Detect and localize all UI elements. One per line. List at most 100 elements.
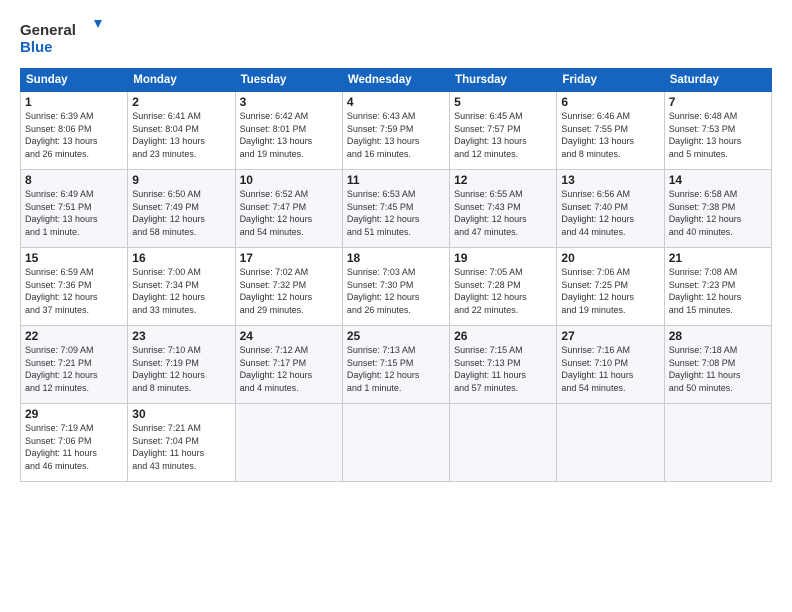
calendar-cell: 24Sunrise: 7:12 AMSunset: 7:17 PMDayligh… bbox=[235, 326, 342, 404]
day-number: 30 bbox=[132, 407, 230, 421]
day-number: 4 bbox=[347, 95, 445, 109]
day-info: Sunrise: 7:03 AMSunset: 7:30 PMDaylight:… bbox=[347, 266, 445, 316]
day-number: 20 bbox=[561, 251, 659, 265]
calendar-cell: 7Sunrise: 6:48 AMSunset: 7:53 PMDaylight… bbox=[664, 92, 771, 170]
day-info: Sunrise: 6:41 AMSunset: 8:04 PMDaylight:… bbox=[132, 110, 230, 160]
day-info: Sunrise: 6:56 AMSunset: 7:40 PMDaylight:… bbox=[561, 188, 659, 238]
calendar-cell: 3Sunrise: 6:42 AMSunset: 8:01 PMDaylight… bbox=[235, 92, 342, 170]
calendar-cell: 13Sunrise: 6:56 AMSunset: 7:40 PMDayligh… bbox=[557, 170, 664, 248]
day-number: 24 bbox=[240, 329, 338, 343]
calendar-cell: 25Sunrise: 7:13 AMSunset: 7:15 PMDayligh… bbox=[342, 326, 449, 404]
calendar-cell: 22Sunrise: 7:09 AMSunset: 7:21 PMDayligh… bbox=[21, 326, 128, 404]
day-info: Sunrise: 7:16 AMSunset: 7:10 PMDaylight:… bbox=[561, 344, 659, 394]
calendar-cell: 18Sunrise: 7:03 AMSunset: 7:30 PMDayligh… bbox=[342, 248, 449, 326]
calendar-cell: 29Sunrise: 7:19 AMSunset: 7:06 PMDayligh… bbox=[21, 404, 128, 482]
day-info: Sunrise: 7:21 AMSunset: 7:04 PMDaylight:… bbox=[132, 422, 230, 472]
logo: General Blue bbox=[20, 18, 110, 60]
day-number: 19 bbox=[454, 251, 552, 265]
calendar-cell: 2Sunrise: 6:41 AMSunset: 8:04 PMDaylight… bbox=[128, 92, 235, 170]
day-info: Sunrise: 6:58 AMSunset: 7:38 PMDaylight:… bbox=[669, 188, 767, 238]
day-info: Sunrise: 7:13 AMSunset: 7:15 PMDaylight:… bbox=[347, 344, 445, 394]
svg-text:General: General bbox=[20, 22, 76, 39]
calendar-cell: 14Sunrise: 6:58 AMSunset: 7:38 PMDayligh… bbox=[664, 170, 771, 248]
calendar-cell: 23Sunrise: 7:10 AMSunset: 7:19 PMDayligh… bbox=[128, 326, 235, 404]
day-info: Sunrise: 6:45 AMSunset: 7:57 PMDaylight:… bbox=[454, 110, 552, 160]
day-number: 2 bbox=[132, 95, 230, 109]
calendar-cell: 19Sunrise: 7:05 AMSunset: 7:28 PMDayligh… bbox=[450, 248, 557, 326]
calendar-cell bbox=[235, 404, 342, 482]
day-info: Sunrise: 6:48 AMSunset: 7:53 PMDaylight:… bbox=[669, 110, 767, 160]
day-number: 3 bbox=[240, 95, 338, 109]
calendar-table: SundayMondayTuesdayWednesdayThursdayFrid… bbox=[20, 68, 772, 482]
week-row-4: 29Sunrise: 7:19 AMSunset: 7:06 PMDayligh… bbox=[21, 404, 772, 482]
calendar-cell: 12Sunrise: 6:55 AMSunset: 7:43 PMDayligh… bbox=[450, 170, 557, 248]
calendar-cell: 26Sunrise: 7:15 AMSunset: 7:13 PMDayligh… bbox=[450, 326, 557, 404]
day-number: 10 bbox=[240, 173, 338, 187]
day-info: Sunrise: 7:05 AMSunset: 7:28 PMDaylight:… bbox=[454, 266, 552, 316]
day-info: Sunrise: 7:02 AMSunset: 7:32 PMDaylight:… bbox=[240, 266, 338, 316]
header: General Blue bbox=[20, 18, 772, 60]
logo-svg: General Blue bbox=[20, 18, 110, 60]
calendar-cell: 10Sunrise: 6:52 AMSunset: 7:47 PMDayligh… bbox=[235, 170, 342, 248]
day-number: 23 bbox=[132, 329, 230, 343]
calendar-cell: 21Sunrise: 7:08 AMSunset: 7:23 PMDayligh… bbox=[664, 248, 771, 326]
day-info: Sunrise: 6:52 AMSunset: 7:47 PMDaylight:… bbox=[240, 188, 338, 238]
header-cell-tuesday: Tuesday bbox=[235, 69, 342, 92]
calendar-cell: 28Sunrise: 7:18 AMSunset: 7:08 PMDayligh… bbox=[664, 326, 771, 404]
header-cell-wednesday: Wednesday bbox=[342, 69, 449, 92]
week-row-2: 15Sunrise: 6:59 AMSunset: 7:36 PMDayligh… bbox=[21, 248, 772, 326]
day-number: 13 bbox=[561, 173, 659, 187]
day-number: 17 bbox=[240, 251, 338, 265]
calendar-cell bbox=[342, 404, 449, 482]
calendar-cell bbox=[450, 404, 557, 482]
day-number: 8 bbox=[25, 173, 123, 187]
day-info: Sunrise: 6:49 AMSunset: 7:51 PMDaylight:… bbox=[25, 188, 123, 238]
day-info: Sunrise: 7:15 AMSunset: 7:13 PMDaylight:… bbox=[454, 344, 552, 394]
calendar-cell: 9Sunrise: 6:50 AMSunset: 7:49 PMDaylight… bbox=[128, 170, 235, 248]
day-number: 27 bbox=[561, 329, 659, 343]
calendar-cell: 5Sunrise: 6:45 AMSunset: 7:57 PMDaylight… bbox=[450, 92, 557, 170]
calendar-cell: 1Sunrise: 6:39 AMSunset: 8:06 PMDaylight… bbox=[21, 92, 128, 170]
day-info: Sunrise: 7:09 AMSunset: 7:21 PMDaylight:… bbox=[25, 344, 123, 394]
header-cell-saturday: Saturday bbox=[664, 69, 771, 92]
day-info: Sunrise: 6:42 AMSunset: 8:01 PMDaylight:… bbox=[240, 110, 338, 160]
day-info: Sunrise: 7:10 AMSunset: 7:19 PMDaylight:… bbox=[132, 344, 230, 394]
header-cell-sunday: Sunday bbox=[21, 69, 128, 92]
calendar-cell: 4Sunrise: 6:43 AMSunset: 7:59 PMDaylight… bbox=[342, 92, 449, 170]
header-row: SundayMondayTuesdayWednesdayThursdayFrid… bbox=[21, 69, 772, 92]
day-info: Sunrise: 6:55 AMSunset: 7:43 PMDaylight:… bbox=[454, 188, 552, 238]
svg-text:Blue: Blue bbox=[20, 39, 53, 56]
day-info: Sunrise: 7:18 AMSunset: 7:08 PMDaylight:… bbox=[669, 344, 767, 394]
calendar-header: SundayMondayTuesdayWednesdayThursdayFrid… bbox=[21, 69, 772, 92]
calendar-cell: 30Sunrise: 7:21 AMSunset: 7:04 PMDayligh… bbox=[128, 404, 235, 482]
day-number: 28 bbox=[669, 329, 767, 343]
calendar-cell: 27Sunrise: 7:16 AMSunset: 7:10 PMDayligh… bbox=[557, 326, 664, 404]
day-number: 25 bbox=[347, 329, 445, 343]
calendar-cell: 15Sunrise: 6:59 AMSunset: 7:36 PMDayligh… bbox=[21, 248, 128, 326]
day-info: Sunrise: 7:19 AMSunset: 7:06 PMDaylight:… bbox=[25, 422, 123, 472]
header-cell-monday: Monday bbox=[128, 69, 235, 92]
calendar-cell: 17Sunrise: 7:02 AMSunset: 7:32 PMDayligh… bbox=[235, 248, 342, 326]
day-info: Sunrise: 6:39 AMSunset: 8:06 PMDaylight:… bbox=[25, 110, 123, 160]
week-row-3: 22Sunrise: 7:09 AMSunset: 7:21 PMDayligh… bbox=[21, 326, 772, 404]
day-number: 6 bbox=[561, 95, 659, 109]
day-info: Sunrise: 7:12 AMSunset: 7:17 PMDaylight:… bbox=[240, 344, 338, 394]
day-number: 29 bbox=[25, 407, 123, 421]
day-number: 5 bbox=[454, 95, 552, 109]
day-info: Sunrise: 6:59 AMSunset: 7:36 PMDaylight:… bbox=[25, 266, 123, 316]
calendar-body: 1Sunrise: 6:39 AMSunset: 8:06 PMDaylight… bbox=[21, 92, 772, 482]
day-number: 9 bbox=[132, 173, 230, 187]
day-info: Sunrise: 6:50 AMSunset: 7:49 PMDaylight:… bbox=[132, 188, 230, 238]
day-number: 18 bbox=[347, 251, 445, 265]
day-info: Sunrise: 6:43 AMSunset: 7:59 PMDaylight:… bbox=[347, 110, 445, 160]
calendar-cell: 8Sunrise: 6:49 AMSunset: 7:51 PMDaylight… bbox=[21, 170, 128, 248]
day-number: 12 bbox=[454, 173, 552, 187]
day-info: Sunrise: 6:46 AMSunset: 7:55 PMDaylight:… bbox=[561, 110, 659, 160]
day-info: Sunrise: 6:53 AMSunset: 7:45 PMDaylight:… bbox=[347, 188, 445, 238]
day-number: 11 bbox=[347, 173, 445, 187]
day-number: 7 bbox=[669, 95, 767, 109]
day-number: 15 bbox=[25, 251, 123, 265]
page: General Blue SundayMondayTuesdayWednesda… bbox=[0, 0, 792, 612]
day-number: 26 bbox=[454, 329, 552, 343]
header-cell-friday: Friday bbox=[557, 69, 664, 92]
